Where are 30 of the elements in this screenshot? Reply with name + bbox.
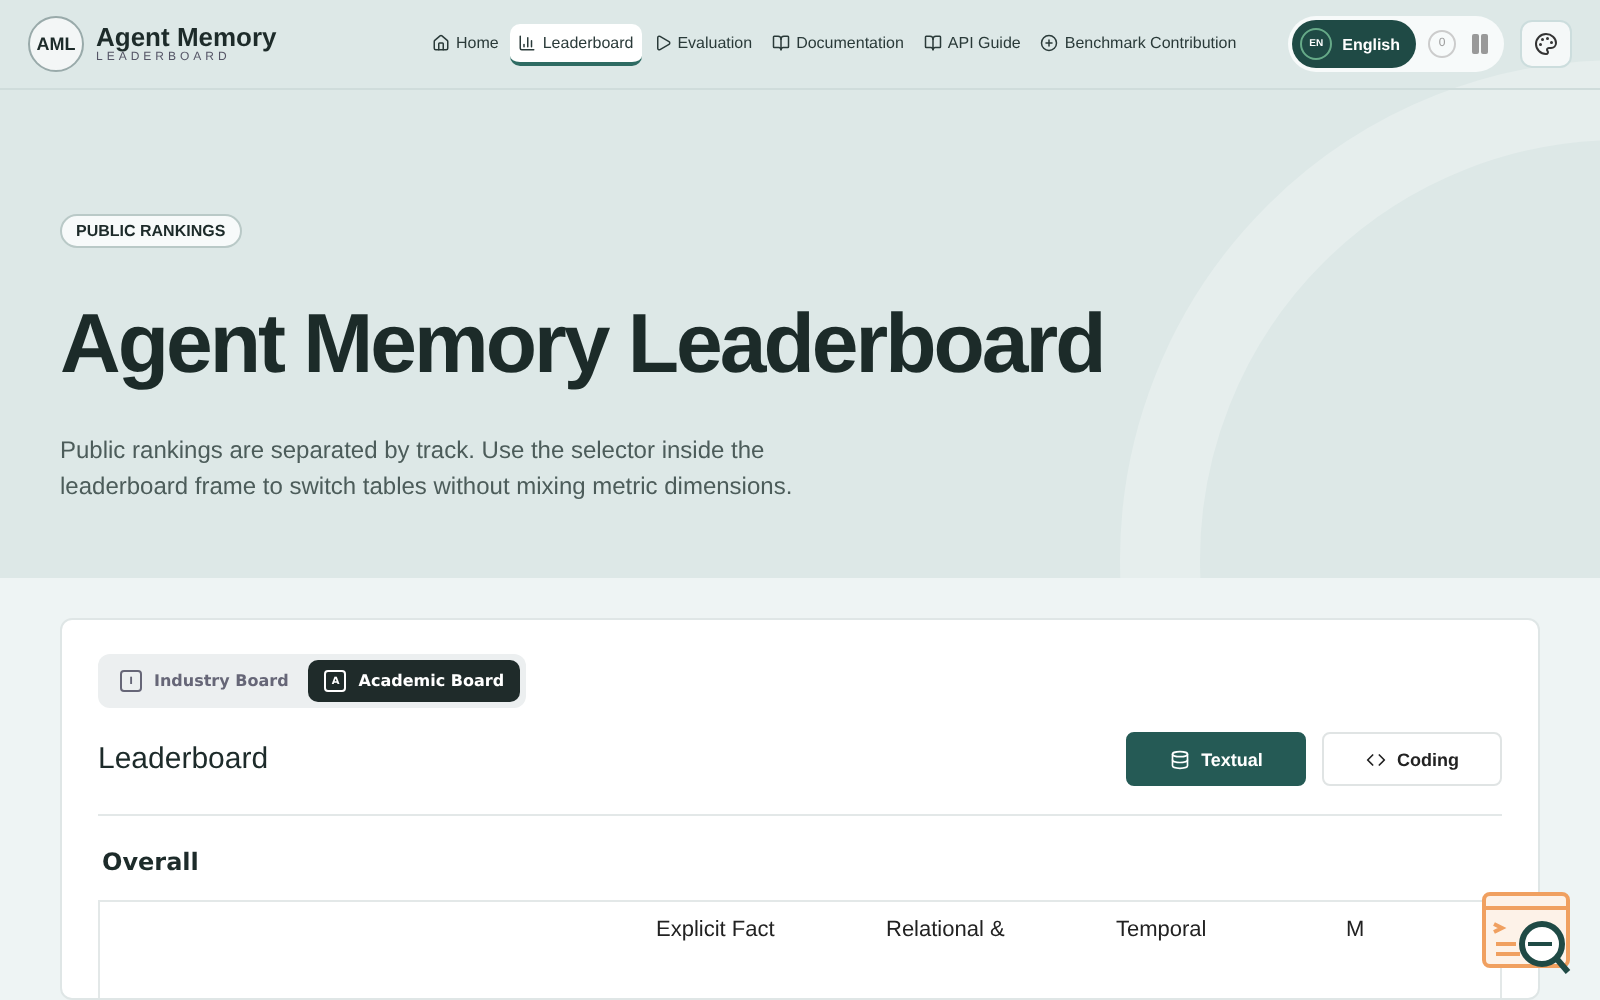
nav-link[interactable]: Benchmark Contribution [1032,23,1245,65]
home-icon [432,33,450,51]
page-title: Agent Memory Leaderboard [60,296,1106,392]
chart-icon [518,33,537,51]
database-icon [1169,749,1190,769]
brand-name: Agent Memory [96,24,279,52]
column-header: Explicit Fact [656,918,777,942]
track-button[interactable]: Textual [1126,732,1306,786]
logo: AML [28,16,84,72]
code-icon [1365,749,1385,769]
nav-link[interactable]: Documentation [764,23,912,65]
page-description: Public rankings are separated by track. Use the selector inside the leaderboard frame to switch tables without mixing metric dimensions. [60,434,795,504]
nav-link[interactable]: API Guide [915,23,1029,65]
palette-icon [1534,32,1558,56]
nav-link[interactable]: Home [424,23,507,65]
section-title: Leaderboard [98,742,269,776]
column-header: M [1346,918,1367,942]
column-header: Relational & [886,918,1007,942]
nav-link[interactable]: Leaderboard [510,23,642,65]
rankings-badge: PUBLIC RANKINGS [60,214,242,248]
theme-button[interactable] [1520,20,1572,68]
nav-link[interactable]: Evaluation [645,23,761,65]
track-button[interactable]: Coding [1322,732,1502,786]
column-header: Temporal [1116,918,1209,942]
table-title: Overall [102,848,201,876]
plus-icon [1040,33,1059,51]
book-icon [772,33,791,51]
pause-icon[interactable] [1468,32,1492,56]
play-icon [653,33,672,51]
book-icon [923,33,942,51]
